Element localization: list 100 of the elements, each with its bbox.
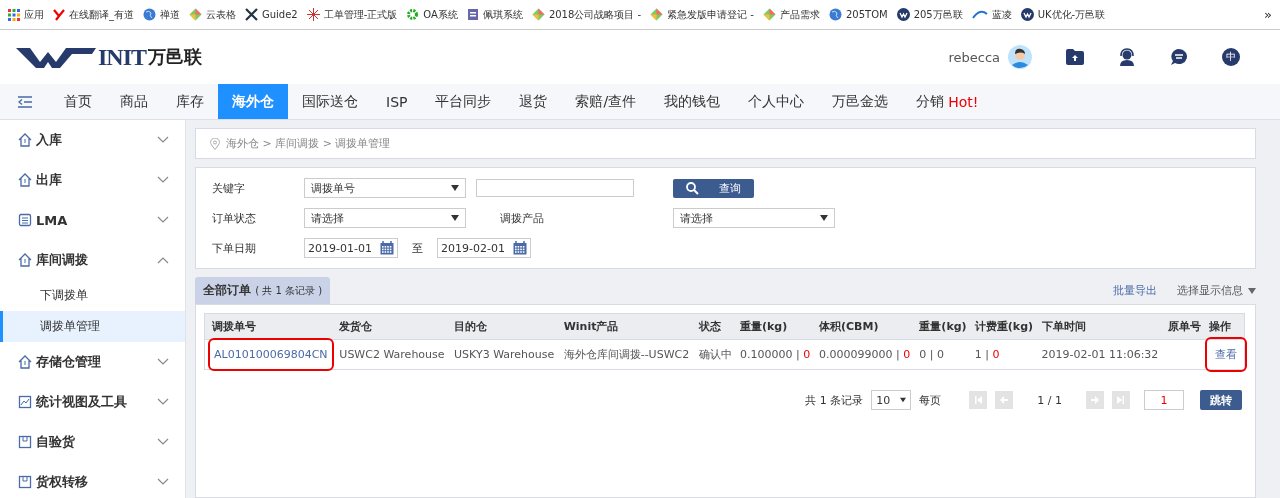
- asterisk-icon: [306, 8, 320, 21]
- table-cell: USKY3 Warehouse: [447, 339, 557, 370]
- column-header: 发货仓: [332, 313, 448, 340]
- order-link[interactable]: AL010100069804CN: [214, 348, 328, 361]
- nav-tab[interactable]: 首页: [50, 84, 106, 119]
- display-options-dropdown[interactable]: 选择显示信息: [1177, 283, 1256, 298]
- table-cell: 0 | 0: [912, 339, 968, 370]
- keyword-type-select[interactable]: 调拨单号: [304, 178, 466, 198]
- bookmark-link[interactable]: 产品需求: [779, 7, 820, 22]
- chevron-up-icon: [157, 256, 169, 264]
- gear-icon: [406, 8, 420, 21]
- bookmark-link[interactable]: 蓝凌: [991, 7, 1012, 22]
- nav-tab[interactable]: 分销 Hot!: [902, 84, 993, 119]
- sidebar-item[interactable]: LMA: [0, 200, 185, 240]
- bookmark-link[interactable]: 205万邑联: [913, 7, 963, 22]
- sidebar-item[interactable]: 货权转移: [0, 462, 185, 498]
- bookmark-link[interactable]: 在线翻译_有道: [69, 7, 134, 22]
- column-header: 状态: [692, 313, 734, 340]
- nav-tab[interactable]: 库存: [162, 84, 218, 119]
- cell-value: 0: [803, 348, 811, 361]
- cell-value: 0: [992, 348, 1000, 361]
- bookmark-link[interactable]: 应用: [24, 7, 44, 22]
- chevron-down-icon: [157, 176, 169, 184]
- diamond-icon: [531, 8, 545, 21]
- breadcrumb: 海外仓 > 库间调拨 > 调拨单管理: [226, 136, 391, 151]
- box-icon: [18, 435, 32, 449]
- jump-button[interactable]: 跳转: [1200, 390, 1242, 410]
- export-link[interactable]: 批量导出: [1113, 283, 1157, 298]
- search-button[interactable]: 查询: [673, 178, 754, 198]
- date-separator: 至: [412, 240, 423, 256]
- sidebar-item[interactable]: 入库: [0, 120, 185, 160]
- view-link[interactable]: 查看: [1215, 348, 1237, 361]
- chat-icon[interactable]: [1170, 48, 1188, 66]
- sidebar-subitem[interactable]: 下调拨单: [0, 280, 185, 311]
- bookmark-link[interactable]: 云表格: [206, 7, 236, 22]
- bookmark-link[interactable]: 工单管理-正式版: [323, 7, 398, 22]
- sidebar-item[interactable]: 自验货: [0, 422, 185, 462]
- diamond-icon: [189, 8, 202, 21]
- next-page-icon: [1090, 395, 1100, 405]
- cell-value: 0: [937, 348, 945, 361]
- record-count: 共 1 条记录: [805, 392, 864, 408]
- document-icon: [466, 8, 479, 21]
- sidebar-item[interactable]: 统计视图及工具: [0, 382, 185, 422]
- list-icon: [18, 213, 32, 227]
- status-select[interactable]: 请选择: [304, 208, 466, 228]
- column-header: 原单号: [1161, 313, 1202, 340]
- bookmark-link[interactable]: 205TOM: [845, 9, 888, 20]
- previous-page-icon: [999, 395, 1010, 405]
- nav-tab[interactable]: 平台同步: [421, 84, 506, 119]
- nav-tab[interactable]: 国际送仓: [288, 84, 372, 119]
- keyword-input[interactable]: [476, 179, 634, 197]
- language-button[interactable]: 中: [1222, 48, 1240, 66]
- column-header: 重量(kg): [733, 313, 812, 340]
- nav-tab[interactable]: 退货: [505, 84, 562, 119]
- nav-tab[interactable]: 索赔/查件: [561, 84, 651, 119]
- avatar-icon[interactable]: [1008, 45, 1032, 69]
- caret-down-icon: [900, 397, 907, 403]
- column-header: 操作: [1202, 313, 1245, 340]
- page-input[interactable]: 1: [1144, 390, 1184, 410]
- product-select[interactable]: 请选择: [673, 208, 835, 228]
- column-header: 目的仓: [447, 313, 557, 340]
- sidebar-item[interactable]: 出库: [0, 160, 185, 200]
- house-icon: [18, 253, 32, 267]
- nav-tab[interactable]: ISP: [372, 84, 422, 119]
- ekp-logo-icon: [971, 9, 988, 20]
- bookmark-link[interactable]: 2018公司战略项目 -: [548, 7, 642, 22]
- chevron-down-icon: [157, 358, 169, 366]
- headset-icon[interactable]: [1118, 48, 1136, 66]
- bookmark-link[interactable]: 佩琪系统: [482, 7, 523, 22]
- calendar-icon[interactable]: [513, 241, 527, 255]
- folder-upload-icon[interactable]: [1066, 49, 1084, 65]
- chevron-down-icon: [157, 398, 169, 406]
- user-name[interactable]: rebecca: [948, 49, 1000, 65]
- sidebar-item[interactable]: 存储仓管理: [0, 342, 185, 382]
- bookmark-link[interactable]: 紧急发版申请登记 -: [667, 7, 754, 22]
- orders-tab[interactable]: 全部订单 ( 共 1 条记录 ): [195, 277, 331, 304]
- nav-tab[interactable]: 个人中心: [734, 84, 819, 119]
- sidebar-item[interactable]: 库间调拨: [0, 240, 185, 280]
- more-bookmarks-button[interactable]: »: [1264, 7, 1272, 22]
- first-page-icon: [973, 395, 984, 405]
- bookmark-link[interactable]: Guide2: [262, 9, 298, 20]
- menu-icon[interactable]: [18, 95, 32, 108]
- table-cell: 2019-02-01 11:06:32: [1034, 339, 1162, 370]
- caret-down-icon: [451, 185, 459, 191]
- nav-tab[interactable]: 万邑金选: [818, 84, 903, 119]
- bookmark-link[interactable]: OA系统: [423, 7, 458, 22]
- caret-down-icon: [451, 215, 459, 221]
- y-letter-icon: [53, 8, 65, 21]
- page-size-select[interactable]: 10: [871, 390, 912, 410]
- location-pin-icon: [210, 137, 220, 150]
- calendar-icon[interactable]: [380, 241, 394, 255]
- bookmark-link[interactable]: UK优化-万邑联: [1037, 7, 1106, 22]
- date-field[interactable]: 2019-01-01: [304, 238, 398, 258]
- nav-tab[interactable]: 商品: [106, 84, 162, 119]
- sidebar-subitem[interactable]: 调拨单管理: [0, 311, 185, 342]
- date-field[interactable]: 2019-02-01: [437, 238, 531, 258]
- bookmark-link[interactable]: 禅道: [160, 7, 180, 22]
- column-header: Winit产品: [556, 313, 693, 340]
- nav-tab[interactable]: 我的钱包: [650, 84, 735, 119]
- diamond-icon: [650, 8, 664, 21]
